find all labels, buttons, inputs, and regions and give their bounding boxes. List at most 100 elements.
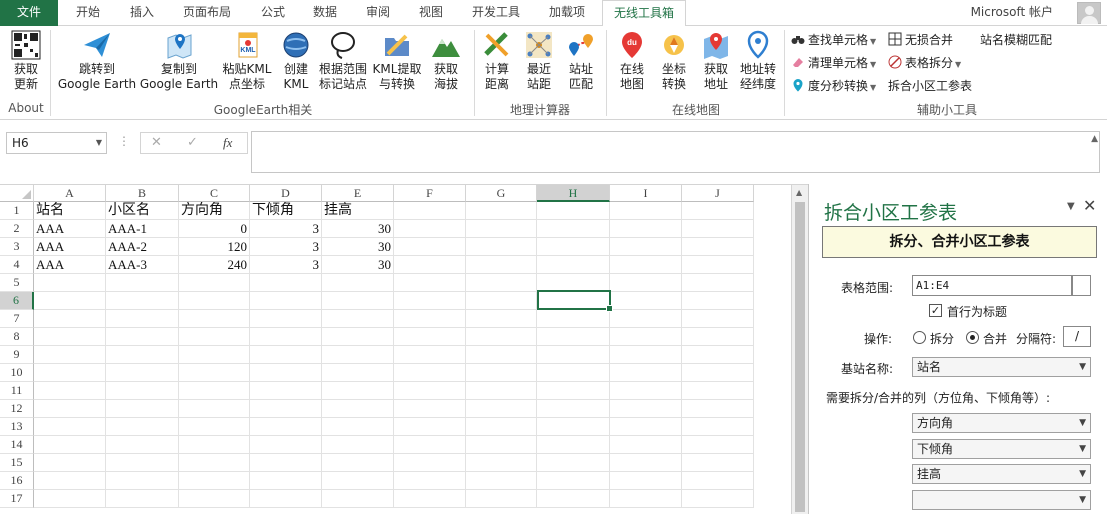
tab-addins[interactable]: 加载项 bbox=[534, 0, 600, 26]
cell-f12[interactable] bbox=[394, 400, 466, 418]
cell-g12[interactable] bbox=[466, 400, 537, 418]
avatar[interactable] bbox=[1077, 2, 1101, 24]
cell-f1[interactable] bbox=[394, 202, 466, 220]
column-header-a[interactable]: A bbox=[34, 185, 106, 202]
cell-j13[interactable] bbox=[682, 418, 754, 436]
cell-f15[interactable] bbox=[394, 454, 466, 472]
cell-b9[interactable] bbox=[106, 346, 179, 364]
row-header-14[interactable]: 14 bbox=[0, 436, 34, 454]
cell-c4[interactable]: 240 bbox=[179, 256, 250, 274]
range-picker-button[interactable] bbox=[1072, 275, 1091, 296]
cell-h9[interactable] bbox=[537, 346, 610, 364]
cell-j16[interactable] bbox=[682, 472, 754, 490]
cell-e16[interactable] bbox=[322, 472, 394, 490]
cell-g1[interactable] bbox=[466, 202, 537, 220]
cell-a13[interactable] bbox=[34, 418, 106, 436]
cancel-icon[interactable]: ✕ bbox=[151, 135, 162, 150]
get-altitude-button[interactable]: 获取 海拔 bbox=[426, 30, 466, 92]
cell-f10[interactable] bbox=[394, 364, 466, 382]
cell-c10[interactable] bbox=[179, 364, 250, 382]
cell-f3[interactable] bbox=[394, 238, 466, 256]
cell-c9[interactable] bbox=[179, 346, 250, 364]
cell-b11[interactable] bbox=[106, 382, 179, 400]
cell-a12[interactable] bbox=[34, 400, 106, 418]
row-header-1[interactable]: 1 bbox=[0, 202, 34, 220]
cell-c14[interactable] bbox=[179, 436, 250, 454]
cell-f14[interactable] bbox=[394, 436, 466, 454]
cell-i2[interactable] bbox=[610, 220, 682, 238]
cell-i14[interactable] bbox=[610, 436, 682, 454]
cell-e14[interactable] bbox=[322, 436, 394, 454]
cell-h14[interactable] bbox=[537, 436, 610, 454]
formula-input[interactable] bbox=[251, 131, 1100, 173]
column-header-h[interactable]: H bbox=[537, 185, 610, 202]
column-header-b[interactable]: B bbox=[106, 185, 179, 202]
row-header-16[interactable]: 16 bbox=[0, 472, 34, 490]
tab-insert[interactable]: 插入 bbox=[116, 0, 168, 26]
row-header-9[interactable]: 9 bbox=[0, 346, 34, 364]
cell-g13[interactable] bbox=[466, 418, 537, 436]
column-header-g[interactable]: G bbox=[466, 185, 537, 202]
cell-c8[interactable] bbox=[179, 328, 250, 346]
cell-a15[interactable] bbox=[34, 454, 106, 472]
column-header-f[interactable]: F bbox=[394, 185, 466, 202]
tab-formulas[interactable]: 公式 bbox=[248, 0, 298, 26]
cell-e12[interactable] bbox=[322, 400, 394, 418]
select-all-button[interactable] bbox=[0, 185, 34, 202]
cell-i12[interactable] bbox=[610, 400, 682, 418]
get-update-button[interactable]: 获取 更新 bbox=[6, 30, 46, 92]
address-to-latlng-button[interactable]: 地址转 经纬度 bbox=[736, 30, 780, 92]
cell-c13[interactable] bbox=[179, 418, 250, 436]
copy-to-google-earth-button[interactable]: 复制到 Google Earth bbox=[138, 30, 220, 92]
row-header-8[interactable]: 8 bbox=[0, 328, 34, 346]
cell-j2[interactable] bbox=[682, 220, 754, 238]
cell-c3[interactable]: 120 bbox=[179, 238, 250, 256]
cell-j1[interactable] bbox=[682, 202, 754, 220]
cell-d5[interactable] bbox=[250, 274, 322, 292]
cell-c11[interactable] bbox=[179, 382, 250, 400]
collapse-icon[interactable]: ▲ bbox=[1091, 134, 1098, 144]
cell-d7[interactable] bbox=[250, 310, 322, 328]
column-select-4[interactable]: ▼ bbox=[912, 490, 1091, 510]
cell-h4[interactable] bbox=[537, 256, 610, 274]
name-box[interactable]: H6 ▼ bbox=[6, 132, 107, 154]
split-merge-params-button[interactable]: 拆合小区工参表 bbox=[888, 76, 972, 96]
nearest-site-button[interactable]: 最近 站距 bbox=[520, 30, 558, 92]
cell-h11[interactable] bbox=[537, 382, 610, 400]
cell-j10[interactable] bbox=[682, 364, 754, 382]
cell-e2[interactable]: 30 bbox=[322, 220, 394, 238]
cell-a7[interactable] bbox=[34, 310, 106, 328]
lossless-merge-button[interactable]: 无损合并 bbox=[888, 30, 953, 50]
split-radio[interactable] bbox=[913, 331, 926, 344]
row-header-3[interactable]: 3 bbox=[0, 238, 34, 256]
cell-h7[interactable] bbox=[537, 310, 610, 328]
cell-b5[interactable] bbox=[106, 274, 179, 292]
cell-i4[interactable] bbox=[610, 256, 682, 274]
cell-a17[interactable] bbox=[34, 490, 106, 508]
close-icon[interactable]: ✕ bbox=[1083, 196, 1096, 215]
tab-view[interactable]: 视图 bbox=[406, 0, 456, 26]
cell-c17[interactable] bbox=[179, 490, 250, 508]
column-select-3[interactable]: 挂高 ▼ bbox=[912, 464, 1091, 484]
cell-g16[interactable] bbox=[466, 472, 537, 490]
row-header-2[interactable]: 2 bbox=[0, 220, 34, 238]
cell-e13[interactable] bbox=[322, 418, 394, 436]
column-header-i[interactable]: I bbox=[610, 185, 682, 202]
fuzzy-match-button[interactable]: 站名模糊匹配 bbox=[980, 30, 1052, 50]
cell-g14[interactable] bbox=[466, 436, 537, 454]
paste-kml-button[interactable]: KML 粘贴KML 点坐标 bbox=[220, 30, 274, 92]
cell-j3[interactable] bbox=[682, 238, 754, 256]
cell-b16[interactable] bbox=[106, 472, 179, 490]
cell-d13[interactable] bbox=[250, 418, 322, 436]
cell-e9[interactable] bbox=[322, 346, 394, 364]
cell-a11[interactable] bbox=[34, 382, 106, 400]
cell-h16[interactable] bbox=[537, 472, 610, 490]
cell-j14[interactable] bbox=[682, 436, 754, 454]
cell-g5[interactable] bbox=[466, 274, 537, 292]
cell-g2[interactable] bbox=[466, 220, 537, 238]
range-input[interactable]: A1:E4 bbox=[912, 275, 1072, 296]
cell-b3[interactable]: AAA-2 bbox=[106, 238, 179, 256]
separator-input[interactable]: / bbox=[1063, 326, 1091, 347]
cell-g11[interactable] bbox=[466, 382, 537, 400]
cell-f5[interactable] bbox=[394, 274, 466, 292]
